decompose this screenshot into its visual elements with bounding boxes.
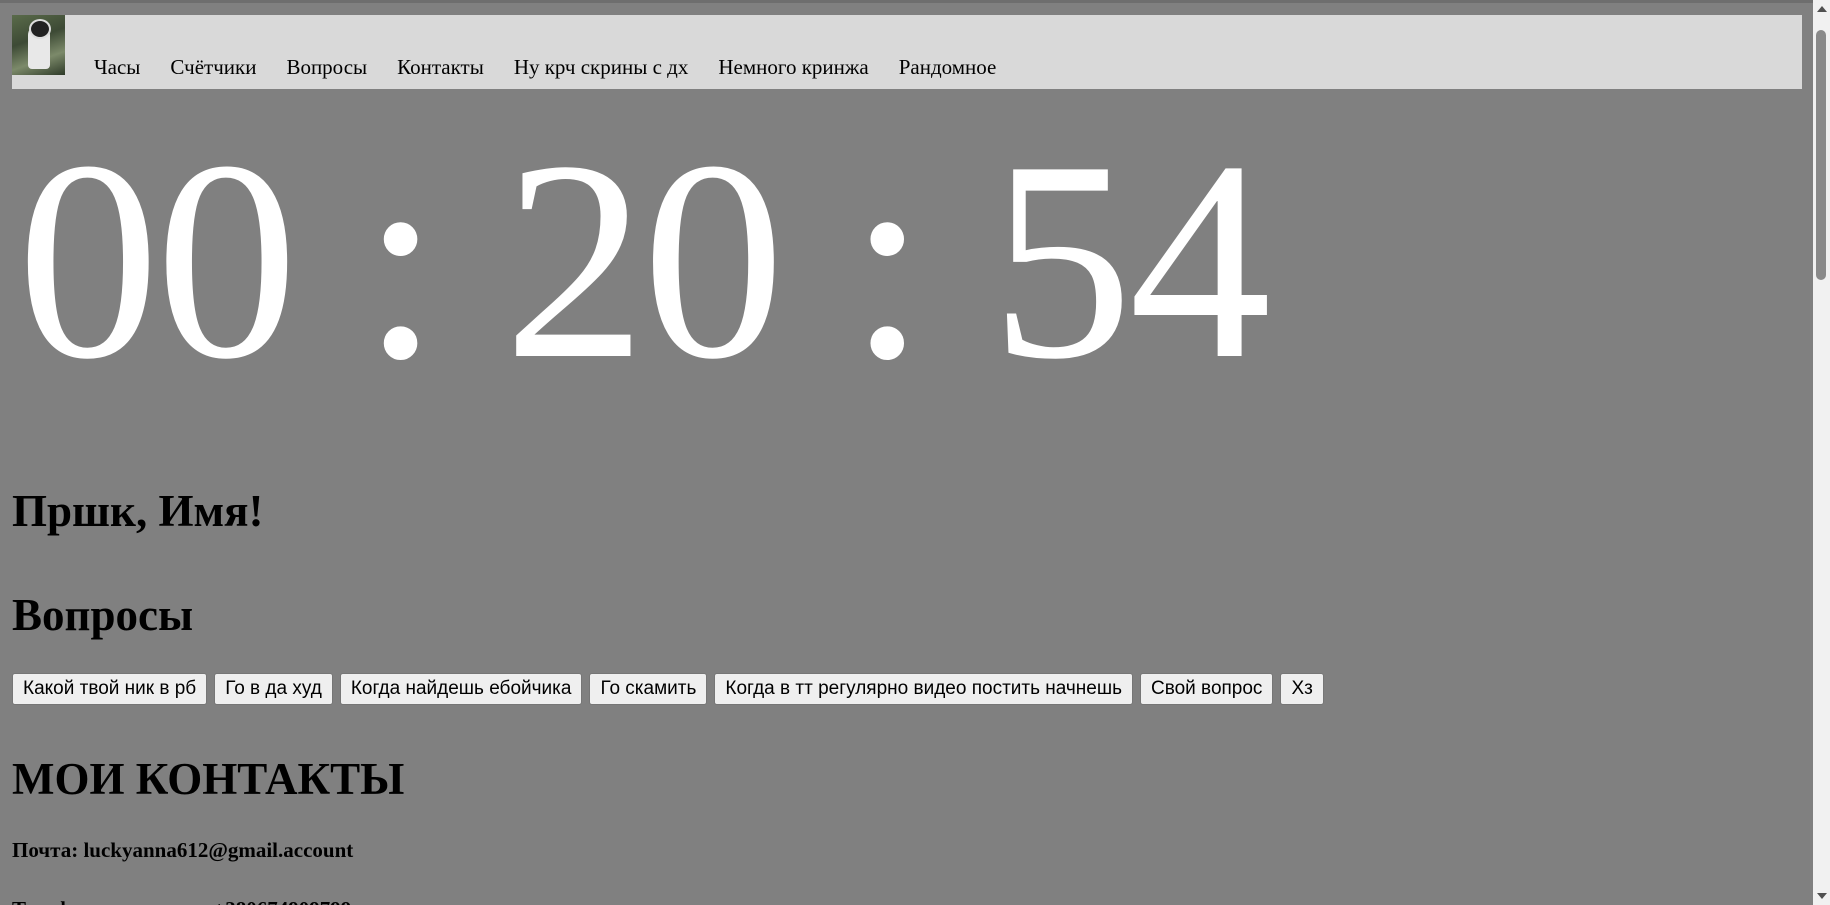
question-button-scam[interactable]: Го скамить <box>589 673 708 705</box>
question-buttons: Какой твой ник в рб Го в да худ Когда на… <box>12 673 1324 705</box>
navbar: Часы Счётчики Вопросы Контакты Ну крч ск… <box>12 15 1802 89</box>
contact-email: Почта: luckyanna612@gmail.account <box>12 838 354 862</box>
nav-link-screenshots[interactable]: Ну крч скрины с дх <box>514 55 689 80</box>
contacts-heading: МОИ КОНТАКТЫ <box>12 754 405 804</box>
page-content: Часы Счётчики Вопросы Контакты Ну крч ск… <box>12 15 1802 905</box>
question-button-boyfriend[interactable]: Когда найдешь ебойчика <box>339 673 583 705</box>
nav-link-random[interactable]: Рандомное <box>899 55 997 80</box>
nav-link-contacts[interactable]: Контакты <box>397 55 484 80</box>
nav-links: Часы Счётчики Вопросы Контакты Ну крч ск… <box>94 55 1026 80</box>
nav-link-cringe[interactable]: Немного кринжа <box>718 55 868 80</box>
avatar-head <box>29 19 51 39</box>
question-button-idk[interactable]: Хз <box>1280 673 1324 705</box>
question-button-own-question[interactable]: Свой вопрос <box>1140 673 1274 705</box>
avatar[interactable] <box>12 15 65 75</box>
question-button-tiktok[interactable]: Когда в тт регулярно видео постить начне… <box>714 673 1133 705</box>
contact-phone: Телефон с ватсапом: +380674909799 <box>12 897 351 905</box>
questions-heading: Вопросы <box>12 590 194 640</box>
question-button-nickname[interactable]: Какой твой ник в рб <box>12 673 208 705</box>
vertical-scrollbar[interactable] <box>1813 0 1830 905</box>
window-top-border <box>0 0 1830 3</box>
scrollbar-thumb[interactable] <box>1816 30 1826 280</box>
nav-link-clock[interactable]: Часы <box>94 55 140 80</box>
greeting-heading: Пршк, Имя! <box>12 486 264 536</box>
clock-display: 00 : 20 : 54 <box>17 102 1271 418</box>
scroll-down-arrow-icon[interactable] <box>1817 893 1827 899</box>
nav-link-counters[interactable]: Счётчики <box>170 55 256 80</box>
nav-link-questions[interactable]: Вопросы <box>286 55 367 80</box>
question-button-da-hood[interactable]: Го в да худ <box>214 673 333 705</box>
scroll-up-arrow-icon[interactable] <box>1817 6 1827 12</box>
